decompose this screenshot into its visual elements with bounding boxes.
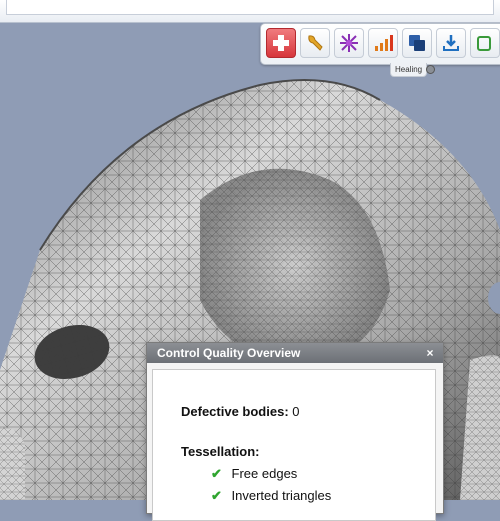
layers-icon	[409, 35, 425, 51]
star-button[interactable]	[334, 28, 364, 58]
green-tool-icon	[477, 36, 491, 51]
check-item-free-edges: ✔ Free edges	[211, 466, 297, 482]
wrench-button[interactable]	[300, 28, 330, 58]
panel-title-bar[interactable]: Control Quality Overview ×	[147, 343, 443, 363]
top-bar	[0, 0, 500, 23]
defective-bodies-row: Defective bodies: 0	[181, 404, 300, 419]
check-icon: ✔	[211, 466, 222, 481]
close-icon[interactable]: ×	[423, 346, 437, 360]
check-item-label: Inverted triangles	[231, 488, 332, 503]
bars-icon	[375, 35, 393, 51]
wrench-icon	[308, 35, 323, 51]
toolbar-caption: Healing	[390, 63, 436, 77]
signal-button[interactable]	[368, 28, 398, 58]
heal-button[interactable]	[266, 28, 296, 58]
toolbar-caption-label: Healing	[395, 65, 423, 74]
tessellation-heading: Tessellation:	[181, 444, 260, 459]
panel-content: Defective bodies: 0 Tessellation: ✔ Free…	[152, 369, 436, 521]
control-quality-panel: Control Quality Overview × Defective bod…	[146, 342, 444, 521]
red-cross-icon	[273, 35, 289, 51]
defective-bodies-value: 0	[292, 404, 300, 419]
download-icon	[443, 35, 459, 51]
check-icon: ✔	[211, 488, 222, 503]
check-item-inverted-triangles: ✔ Inverted triangles	[211, 488, 331, 504]
check-item-label: Free edges	[231, 466, 298, 481]
healing-toolbar	[260, 23, 500, 65]
download-button[interactable]	[436, 28, 466, 58]
extra-button[interactable]	[470, 28, 500, 58]
defective-bodies-label: Defective bodies:	[181, 404, 289, 419]
panel-title: Control Quality Overview	[157, 346, 301, 360]
star-burst-icon	[340, 34, 358, 52]
layers-button[interactable]	[402, 28, 432, 58]
top-input-field[interactable]	[6, 0, 494, 15]
